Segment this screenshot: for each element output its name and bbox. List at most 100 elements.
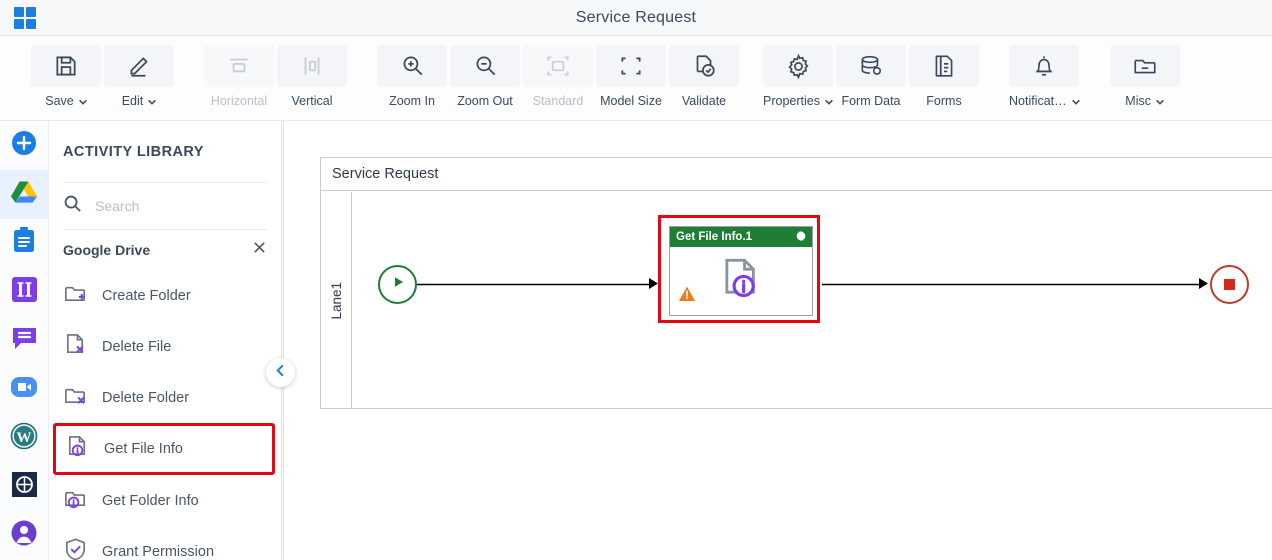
list-item-get-folder-info[interactable]: Get Folder Info: [49, 475, 281, 526]
lane-name: Lane1: [328, 281, 344, 320]
chevron-down-icon: [1155, 97, 1164, 106]
rail-item-avatar[interactable]: [0, 511, 49, 560]
end-event[interactable]: [1210, 265, 1249, 304]
pencil-icon: [104, 45, 174, 87]
list-item-get-file-info[interactable]: Get File Info: [53, 423, 275, 475]
task-header: Get File Info.1: [670, 227, 812, 247]
toolbar-edit-label: Edit: [121, 94, 144, 108]
list-item-label: Get File Info: [104, 441, 183, 457]
list-item-create-folder[interactable]: Create Folder: [49, 270, 281, 321]
misc-folder-icon: [1109, 45, 1180, 87]
document-icon: [909, 45, 979, 87]
rail-item-wordpress[interactable]: W: [0, 414, 49, 463]
toolbar-zoom-out-button[interactable]: Zoom Out: [450, 45, 520, 108]
gear-icon[interactable]: [795, 230, 807, 245]
list-item-grant-permission[interactable]: Grant Permission: [49, 526, 281, 560]
toolbar-forms-label: Forms: [926, 94, 962, 108]
list-item-label: Delete Folder: [102, 389, 190, 406]
svg-text:W: W: [17, 430, 32, 446]
task-selection-frame[interactable]: Get File Info.1: [658, 215, 820, 323]
zoom-out-icon: [450, 45, 520, 87]
pool-header: Service Request: [321, 158, 1272, 191]
toolbar-model-size-label: Model Size: [600, 94, 662, 108]
application-window: Service Request Save Edit Horizontal Ver…: [0, 0, 1272, 560]
sequence-flow-2[interactable]: [822, 283, 1212, 286]
stop-square-icon: [1224, 279, 1235, 290]
toolbar-standard-button[interactable]: Standard: [523, 45, 593, 108]
toolbar-forms-button[interactable]: Forms: [909, 45, 979, 108]
folder-add-icon: [63, 281, 88, 311]
rail-item-jira[interactable]: [0, 267, 49, 316]
rail-item-dark-circle[interactable]: [0, 462, 49, 511]
toolbar-model-size-button[interactable]: Model Size: [596, 45, 666, 108]
chevron-down-icon: [1071, 97, 1080, 106]
wordpress-icon: W: [10, 422, 38, 455]
toolbar-zoom-in-button[interactable]: Zoom In: [377, 45, 447, 108]
validate-icon: [669, 45, 739, 87]
activity-library-title: ACTIVITY LIBRARY: [63, 143, 204, 160]
standard-icon: [523, 45, 593, 87]
jira-icon: [11, 276, 38, 308]
rail-item-chat[interactable]: [0, 316, 49, 365]
page-title: Service Request: [575, 8, 697, 26]
pool[interactable]: Service Request Lane1 Get File Info.1: [320, 157, 1272, 409]
chevron-left-icon: [274, 364, 287, 382]
toolbar-misc-button[interactable]: Misc: [1109, 45, 1180, 108]
task-get-file-info[interactable]: Get File Info.1: [669, 226, 813, 316]
app-grid-icon[interactable]: [14, 7, 36, 29]
chevron-down-icon: [147, 97, 157, 106]
toolbar-form-data-button[interactable]: Form Data: [836, 45, 906, 108]
toolbar-horizontal-label: Horizontal: [210, 94, 268, 108]
folder-info-icon: [63, 486, 88, 516]
close-icon[interactable]: [252, 240, 267, 260]
horizontal-icon: [204, 45, 274, 87]
connector-rail: W: [0, 121, 49, 560]
lane: Lane1 Get File Info.1: [321, 192, 1272, 409]
model-size-icon: [596, 45, 666, 87]
sequence-flow-1[interactable]: [417, 283, 662, 286]
warning-icon: [678, 285, 696, 308]
gear-icon: [763, 45, 833, 87]
title-bar: Service Request: [0, 0, 1272, 36]
google-drive-icon: [10, 179, 38, 210]
toolbar-vertical-button[interactable]: Vertical: [277, 45, 347, 108]
toolbar-edit-button[interactable]: Edit: [104, 45, 174, 108]
task-body: [670, 247, 812, 316]
diagram-canvas[interactable]: Service Request Lane1 Get File Info.1: [283, 121, 1272, 560]
list-item-label: Create Folder: [102, 287, 191, 304]
toolbar-horizontal-button[interactable]: Horizontal: [204, 45, 274, 108]
toolbar-notifications-label: Notificat…: [1009, 94, 1067, 108]
search-input[interactable]: [95, 198, 245, 214]
toolbar-notifications-button[interactable]: Notificat…: [1009, 45, 1080, 108]
group-header-google-drive: Google Drive: [49, 230, 281, 270]
rail-item-zoom-video[interactable]: [0, 365, 49, 414]
group-name: Google Drive: [63, 242, 151, 258]
file-info-icon: [718, 255, 764, 306]
rail-item-add-connector[interactable]: [0, 121, 49, 170]
toolbar-properties-button[interactable]: Properties: [763, 45, 833, 108]
toolbar-save-button[interactable]: Save: [31, 45, 101, 108]
rail-item-clipboard[interactable]: [0, 219, 49, 268]
list-item-label: Delete File: [102, 338, 172, 355]
search-row: [49, 183, 281, 229]
toolbar-validate-button[interactable]: Validate: [669, 45, 739, 108]
toolbar-standard-label: Standard: [532, 94, 584, 108]
zoom-in-icon: [377, 45, 447, 87]
vertical-icon: [277, 45, 347, 87]
toolbar-validate-label: Validate: [681, 94, 727, 108]
dark-circle-icon: [11, 471, 38, 503]
toolbar-properties-label: Properties: [763, 94, 820, 108]
play-icon: [390, 274, 406, 295]
file-delete-icon: [63, 332, 88, 362]
list-item-delete-folder[interactable]: Delete Folder: [49, 372, 281, 423]
lane-body[interactable]: Get File Info.1: [352, 192, 1272, 409]
rail-item-google-drive[interactable]: [0, 169, 49, 219]
toolbar-misc-label: Misc: [1125, 94, 1151, 108]
toolbar-form-data-label: Form Data: [841, 94, 901, 108]
start-event[interactable]: [378, 265, 417, 304]
panel-collapse-button[interactable]: [266, 358, 295, 387]
main-toolbar: Save Edit Horizontal Vertical Zoom In Zo…: [0, 36, 1272, 121]
add-connector-icon: [10, 129, 38, 162]
list-item-delete-file[interactable]: Delete File: [49, 321, 281, 372]
toolbar-zoom-in-label: Zoom In: [389, 94, 435, 108]
